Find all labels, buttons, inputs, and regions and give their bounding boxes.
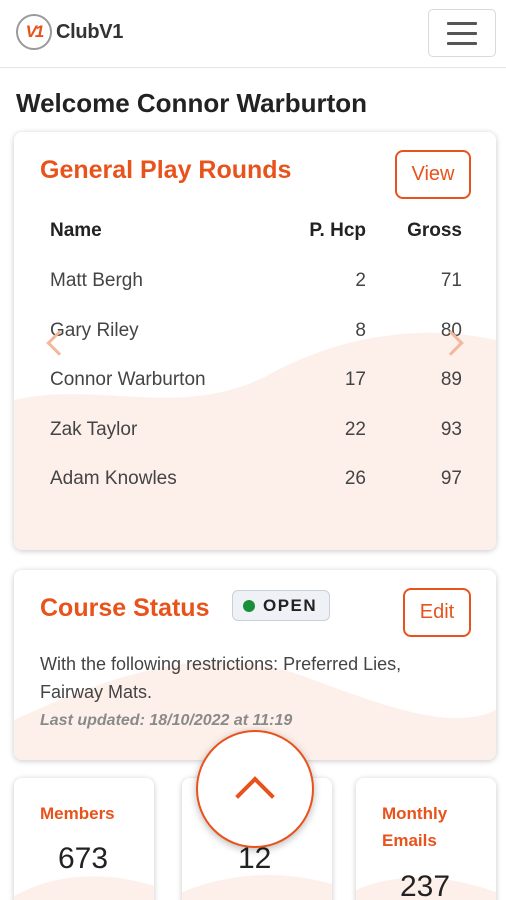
column-header-name: Name xyxy=(50,220,102,241)
player-name: Adam Knowles xyxy=(50,468,177,489)
player-name: Connor Warburton xyxy=(50,369,206,390)
stat-card-members[interactable]: Members 673 xyxy=(14,778,154,900)
stat-card-monthly-emails[interactable]: Monthly Emails 237 xyxy=(356,778,496,900)
navbar: V1 ClubV1 xyxy=(0,0,506,68)
course-restrictions: With the following restrictions: Preferr… xyxy=(40,654,402,702)
brand-logo[interactable]: V1 ClubV1 xyxy=(16,14,123,50)
player-gross: 71 xyxy=(440,270,462,291)
player-gross: 97 xyxy=(440,468,462,489)
player-gross: 93 xyxy=(440,418,462,440)
table-row: Connor Warburton 17 89 xyxy=(50,369,462,419)
table-row: Gary Riley 8 80 xyxy=(50,320,462,370)
rounds-title: General Play Rounds xyxy=(40,156,292,184)
chevron-up-icon xyxy=(235,776,275,816)
hamburger-menu-button[interactable] xyxy=(428,9,496,57)
table-row: Adam Knowles 26 97 xyxy=(50,468,462,518)
player-hcp: 8 xyxy=(355,319,366,341)
hamburger-line xyxy=(447,41,477,45)
player-hcp: 26 xyxy=(344,468,366,489)
view-button[interactable]: View xyxy=(395,150,471,199)
stat-label: Members xyxy=(40,804,115,823)
stat-value: 673 xyxy=(58,842,109,875)
player-hcp: 2 xyxy=(355,270,366,291)
brand-name: ClubV1 xyxy=(56,20,124,43)
hamburger-line xyxy=(447,31,477,35)
player-name: Matt Bergh xyxy=(50,270,143,291)
welcome-heading: Welcome Connor Warburton xyxy=(16,88,367,118)
column-header-phcp: P. Hcp xyxy=(309,220,366,241)
status-badge: OPEN xyxy=(232,590,331,621)
player-hcp: 17 xyxy=(344,369,366,390)
status-dot-icon xyxy=(243,599,255,612)
table-row: Matt Bergh 2 71 xyxy=(50,270,462,320)
rounds-table: Name P. Hcp Gross Matt Bergh 2 71 Gary R… xyxy=(50,220,462,518)
edit-button[interactable]: Edit xyxy=(403,588,471,637)
table-row: Zak Taylor 22 93 xyxy=(50,419,462,469)
general-play-rounds-card: General Play Rounds View Name P. Hcp Gro… xyxy=(14,132,496,550)
status-badge-label: OPEN xyxy=(263,595,318,615)
stat-label: Monthly Emails xyxy=(382,804,448,850)
player-name: Zak Taylor xyxy=(50,418,138,440)
hamburger-menu-icon xyxy=(447,21,477,25)
column-header-gross: Gross xyxy=(407,220,462,241)
scroll-to-top-button[interactable] xyxy=(196,730,314,848)
course-status-title: Course Status xyxy=(40,594,210,622)
player-gross: 89 xyxy=(440,369,462,390)
table-header-row: Name P. Hcp Gross xyxy=(50,220,462,270)
player-hcp: 22 xyxy=(344,418,366,440)
stat-value: 237 xyxy=(400,870,451,900)
logo-mark-icon: V1 xyxy=(16,14,52,50)
last-updated: Last updated: 18/10/2022 at 11:19 xyxy=(40,712,293,729)
